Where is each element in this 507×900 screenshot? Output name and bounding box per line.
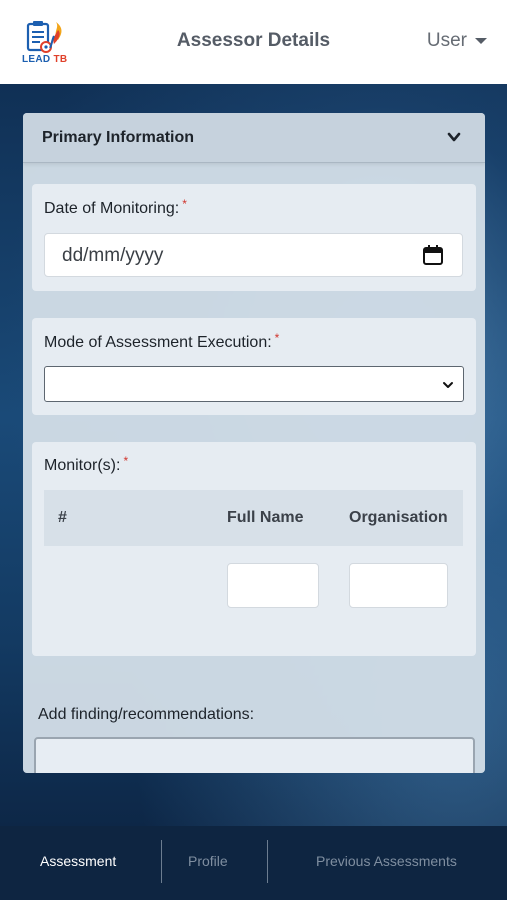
date-of-monitoring-section: Date of Monitoring: * dd/mm/yyyy bbox=[32, 184, 476, 291]
primary-information-card: Primary Information Date of Monitoring: *… bbox=[23, 113, 485, 773]
nav-divider bbox=[267, 840, 268, 883]
date-placeholder: dd/mm/yyyy bbox=[62, 245, 164, 266]
caret-down-icon bbox=[475, 38, 487, 44]
required-marker: * bbox=[182, 197, 187, 211]
column-header-full-name: Full Name bbox=[227, 509, 304, 526]
card-header-toggle[interactable]: Primary Information bbox=[23, 113, 485, 163]
full-name-input[interactable] bbox=[227, 563, 319, 608]
logo-text: LEAD TB bbox=[22, 54, 68, 65]
date-of-monitoring-input[interactable]: dd/mm/yyyy bbox=[44, 233, 463, 277]
column-header-number: # bbox=[58, 509, 67, 526]
required-marker: * bbox=[123, 454, 129, 468]
column-header-organisation: Organisation bbox=[349, 509, 448, 526]
card-title: Primary Information bbox=[42, 129, 195, 146]
organisation-input[interactable] bbox=[349, 563, 448, 608]
user-menu-label: User bbox=[426, 30, 467, 51]
chevron-down-icon bbox=[443, 382, 453, 388]
required-marker: * bbox=[274, 331, 280, 345]
mode-of-assessment-section: Mode of Assessment Execution: * bbox=[32, 318, 476, 415]
monitors-table-header: # Full Name Organisation bbox=[44, 490, 463, 546]
user-menu[interactable]: User bbox=[427, 30, 487, 52]
app-header: LEAD TB Assessor Details User bbox=[0, 0, 507, 84]
mode-of-assessment-label: Mode of Assessment Execution: * bbox=[44, 331, 280, 351]
mode-of-assessment-select[interactable] bbox=[44, 366, 464, 402]
nav-item-profile[interactable]: Profile bbox=[188, 853, 228, 869]
chevron-down-icon bbox=[447, 132, 461, 142]
nav-item-previous-assessments[interactable]: Previous Assessments bbox=[316, 853, 457, 869]
monitors-section: Monitor(s): * # Full Name Organisation bbox=[32, 442, 476, 656]
nav-item-assessment[interactable]: Assessment bbox=[40, 853, 116, 869]
date-of-monitoring-label: Date of Monitoring: * bbox=[44, 197, 187, 217]
bottom-nav: Assessment Profile Previous Assessments bbox=[0, 826, 507, 900]
nav-divider bbox=[161, 840, 162, 883]
findings-textarea[interactable] bbox=[34, 737, 475, 773]
monitors-label: Monitor(s): * bbox=[44, 454, 129, 474]
calendar-icon[interactable] bbox=[422, 244, 444, 266]
findings-label: Add finding/recommendations: bbox=[38, 706, 255, 723]
